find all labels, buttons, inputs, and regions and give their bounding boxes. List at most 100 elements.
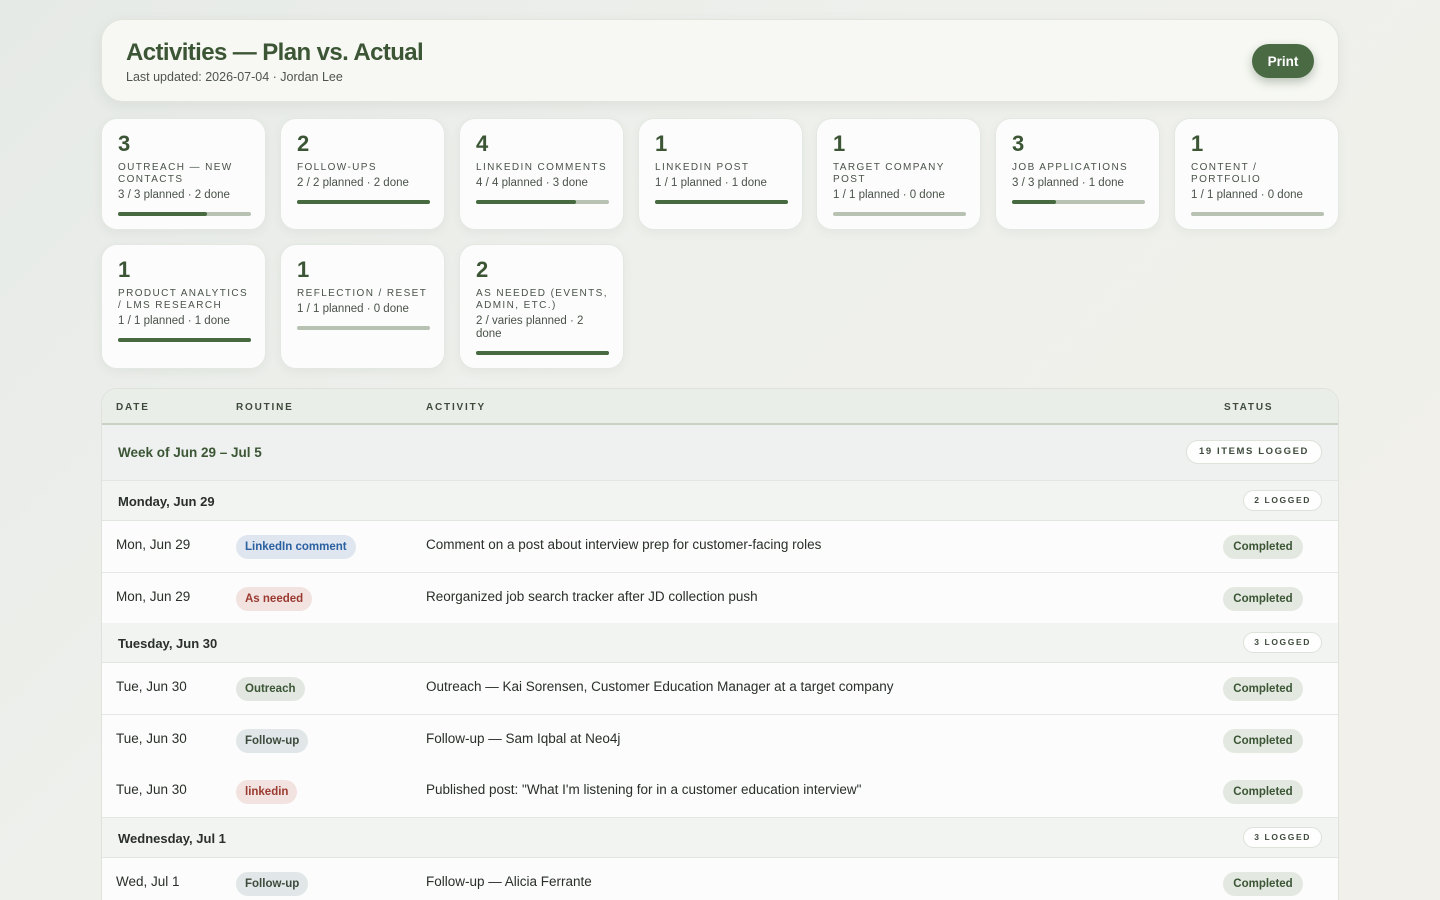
table-row[interactable]: Tue, Jun 30 Outreach Outreach — Kai Sore…: [102, 663, 1338, 715]
card-count: 1: [655, 131, 668, 156]
table-row[interactable]: Mon, Jun 29 LinkedIn comment Comment on …: [102, 521, 1338, 573]
summary-card-linkedin-post: 1 LinkedIn post 1 / 1 planned · 1 done: [638, 118, 803, 230]
card-label: Content / portfolio: [1191, 162, 1262, 185]
summary-card-follow-ups: 2 Follow-ups 2 / 2 planned · 2 done: [280, 118, 445, 230]
table-header: DATE ROUTINE ACTIVITY STATUS: [102, 389, 1338, 425]
table-row[interactable]: Tue, Jun 30 Follow-up Follow-up — Sam Iq…: [102, 715, 1338, 767]
day-group-header[interactable]: Wednesday, Jul 1 3 LOGGED: [102, 818, 1338, 858]
day-count-badge: 3 LOGGED: [1243, 827, 1322, 848]
column-header-routine[interactable]: ROUTINE: [236, 402, 294, 413]
card-label: Product analytics / LMS research: [118, 288, 249, 311]
card-progress-bar: [476, 200, 609, 204]
table-row[interactable]: Mon, Jun 29 As needed Reorganized job se…: [102, 573, 1338, 625]
table-row[interactable]: Tue, Jun 30 linkedin Published post: "Wh…: [102, 766, 1338, 818]
card-meta: 3 / 3 planned · 2 done: [118, 189, 230, 201]
card-progress-bar: [655, 200, 788, 204]
card-progress-bar: [118, 338, 251, 342]
card-meta: 2 / varies planned · 2 done: [476, 315, 584, 340]
routine-tag: Outreach: [236, 677, 305, 701]
column-header-date[interactable]: DATE: [116, 402, 150, 413]
card-count: 3: [118, 131, 131, 156]
summary-card-reflection: 1 Reflection / reset 1 / 1 planned · 0 d…: [280, 244, 445, 369]
summary-card-job-applications: 3 Job applications 3 / 3 planned · 1 don…: [995, 118, 1160, 230]
row-activity: Published post: "What I'm listening for …: [426, 782, 862, 797]
row-activity: Outreach — Kai Sorensen, Customer Educat…: [426, 679, 894, 694]
card-label: Outreach — new contacts: [118, 162, 233, 185]
card-count: 3: [1012, 131, 1025, 156]
day-title: Monday, Jun 29: [118, 494, 215, 509]
card-label: Job applications: [1012, 162, 1129, 173]
page-header: Activities — Plan vs. Actual Last update…: [101, 19, 1339, 102]
card-progress-bar: [1012, 200, 1145, 204]
card-count: 1: [118, 257, 131, 282]
row-date: Wed, Jul 1: [116, 874, 180, 889]
row-activity: Follow-up — Sam Iqbal at Neo4j: [426, 731, 621, 746]
print-button[interactable]: Print: [1252, 44, 1314, 78]
card-progress-bar: [833, 212, 966, 216]
card-count: 1: [297, 257, 310, 282]
routine-tag: linkedin: [236, 780, 298, 804]
day-count-badge: 3 LOGGED: [1243, 632, 1322, 653]
page-title: Activities — Plan vs. Actual: [126, 39, 424, 66]
summary-card-target-company-post: 1 Target company post 1 / 1 planned · 0 …: [816, 118, 981, 230]
status-badge: Completed: [1223, 872, 1303, 896]
card-progress-bar: [476, 351, 609, 355]
row-activity: Follow-up — Alicia Ferrante: [426, 874, 592, 889]
summary-card-linkedin-comments: 4 LinkedIn comments 4 / 4 planned · 3 do…: [459, 118, 624, 230]
row-activity: Reorganized job search tracker after JD …: [426, 589, 758, 604]
day-group-header[interactable]: Tuesday, Jun 30 3 LOGGED: [102, 623, 1338, 663]
card-count: 2: [297, 131, 310, 156]
card-count: 1: [1191, 131, 1204, 156]
card-label: Target company post: [833, 162, 945, 185]
column-header-activity[interactable]: ACTIVITY: [426, 402, 486, 413]
card-meta: 1 / 1 planned · 0 done: [297, 303, 409, 315]
card-label: As needed (events, admin, etc.): [476, 288, 608, 311]
status-badge: Completed: [1223, 587, 1303, 611]
routine-tag: As needed: [236, 587, 313, 611]
day-title: Tuesday, Jun 30: [118, 636, 218, 651]
summary-card-product-analytics: 1 Product analytics / LMS research 1 / 1…: [101, 244, 266, 369]
row-date: Tue, Jun 30: [116, 731, 187, 746]
card-meta: 4 / 4 planned · 3 done: [476, 177, 588, 189]
day-title: Wednesday, Jul 1: [118, 831, 226, 846]
row-date: Mon, Jun 29: [116, 589, 191, 604]
status-badge: Completed: [1223, 729, 1303, 753]
card-label: LinkedIn post: [655, 162, 750, 173]
card-label: LinkedIn comments: [476, 162, 608, 173]
status-badge: Completed: [1223, 677, 1303, 701]
card-meta: 1 / 1 planned · 0 done: [833, 189, 945, 201]
card-count: 4: [476, 131, 489, 156]
card-label: Follow-ups: [297, 162, 377, 173]
summary-card-as-needed: 2 As needed (events, admin, etc.) 2 / va…: [459, 244, 624, 369]
row-date: Tue, Jun 30: [116, 679, 187, 694]
row-date: Tue, Jun 30: [116, 782, 187, 797]
summary-card-content-portfolio: 1 Content / portfolio 1 / 1 planned · 0 …: [1174, 118, 1339, 230]
status-badge: Completed: [1223, 780, 1303, 804]
column-header-status[interactable]: STATUS: [1224, 402, 1273, 413]
card-progress-bar: [118, 212, 251, 216]
card-meta: 1 / 1 planned · 1 done: [118, 315, 230, 327]
summary-card-outreach: 3 Outreach — new contacts 3 / 3 planned …: [101, 118, 266, 230]
card-meta: 1 / 1 planned · 1 done: [655, 177, 767, 189]
card-progress-bar: [297, 200, 430, 204]
table-row[interactable]: Wed, Jul 1 Follow-up Follow-up — Alicia …: [102, 858, 1338, 900]
week-title: Week of Jun 29 – Jul 5: [118, 445, 262, 460]
status-badge: Completed: [1223, 535, 1303, 559]
day-group-header[interactable]: Monday, Jun 29 2 LOGGED: [102, 481, 1338, 521]
card-meta: 3 / 3 planned · 1 done: [1012, 177, 1124, 189]
day-count-badge: 2 LOGGED: [1243, 490, 1322, 511]
routine-tag: LinkedIn comment: [236, 535, 356, 559]
card-progress-bar: [297, 326, 430, 330]
row-date: Mon, Jun 29: [116, 537, 191, 552]
routine-tag: Follow-up: [236, 872, 309, 896]
card-meta: 1 / 1 planned · 0 done: [1191, 189, 1303, 201]
activities-table: DATE ROUTINE ACTIVITY STATUS Week of Jun…: [101, 388, 1339, 900]
card-count: 2: [476, 257, 489, 282]
week-group-header[interactable]: Week of Jun 29 – Jul 5 19 ITEMS LOGGED: [102, 425, 1338, 481]
last-updated-text: Last updated: 2026-07-04 · Jordan Lee: [126, 70, 343, 84]
routine-tag: Follow-up: [236, 729, 309, 753]
row-activity: Comment on a post about interview prep f…: [426, 537, 822, 552]
card-meta: 2 / 2 planned · 2 done: [297, 177, 409, 189]
card-count: 1: [833, 131, 846, 156]
card-label: Reflection / reset: [297, 288, 428, 299]
